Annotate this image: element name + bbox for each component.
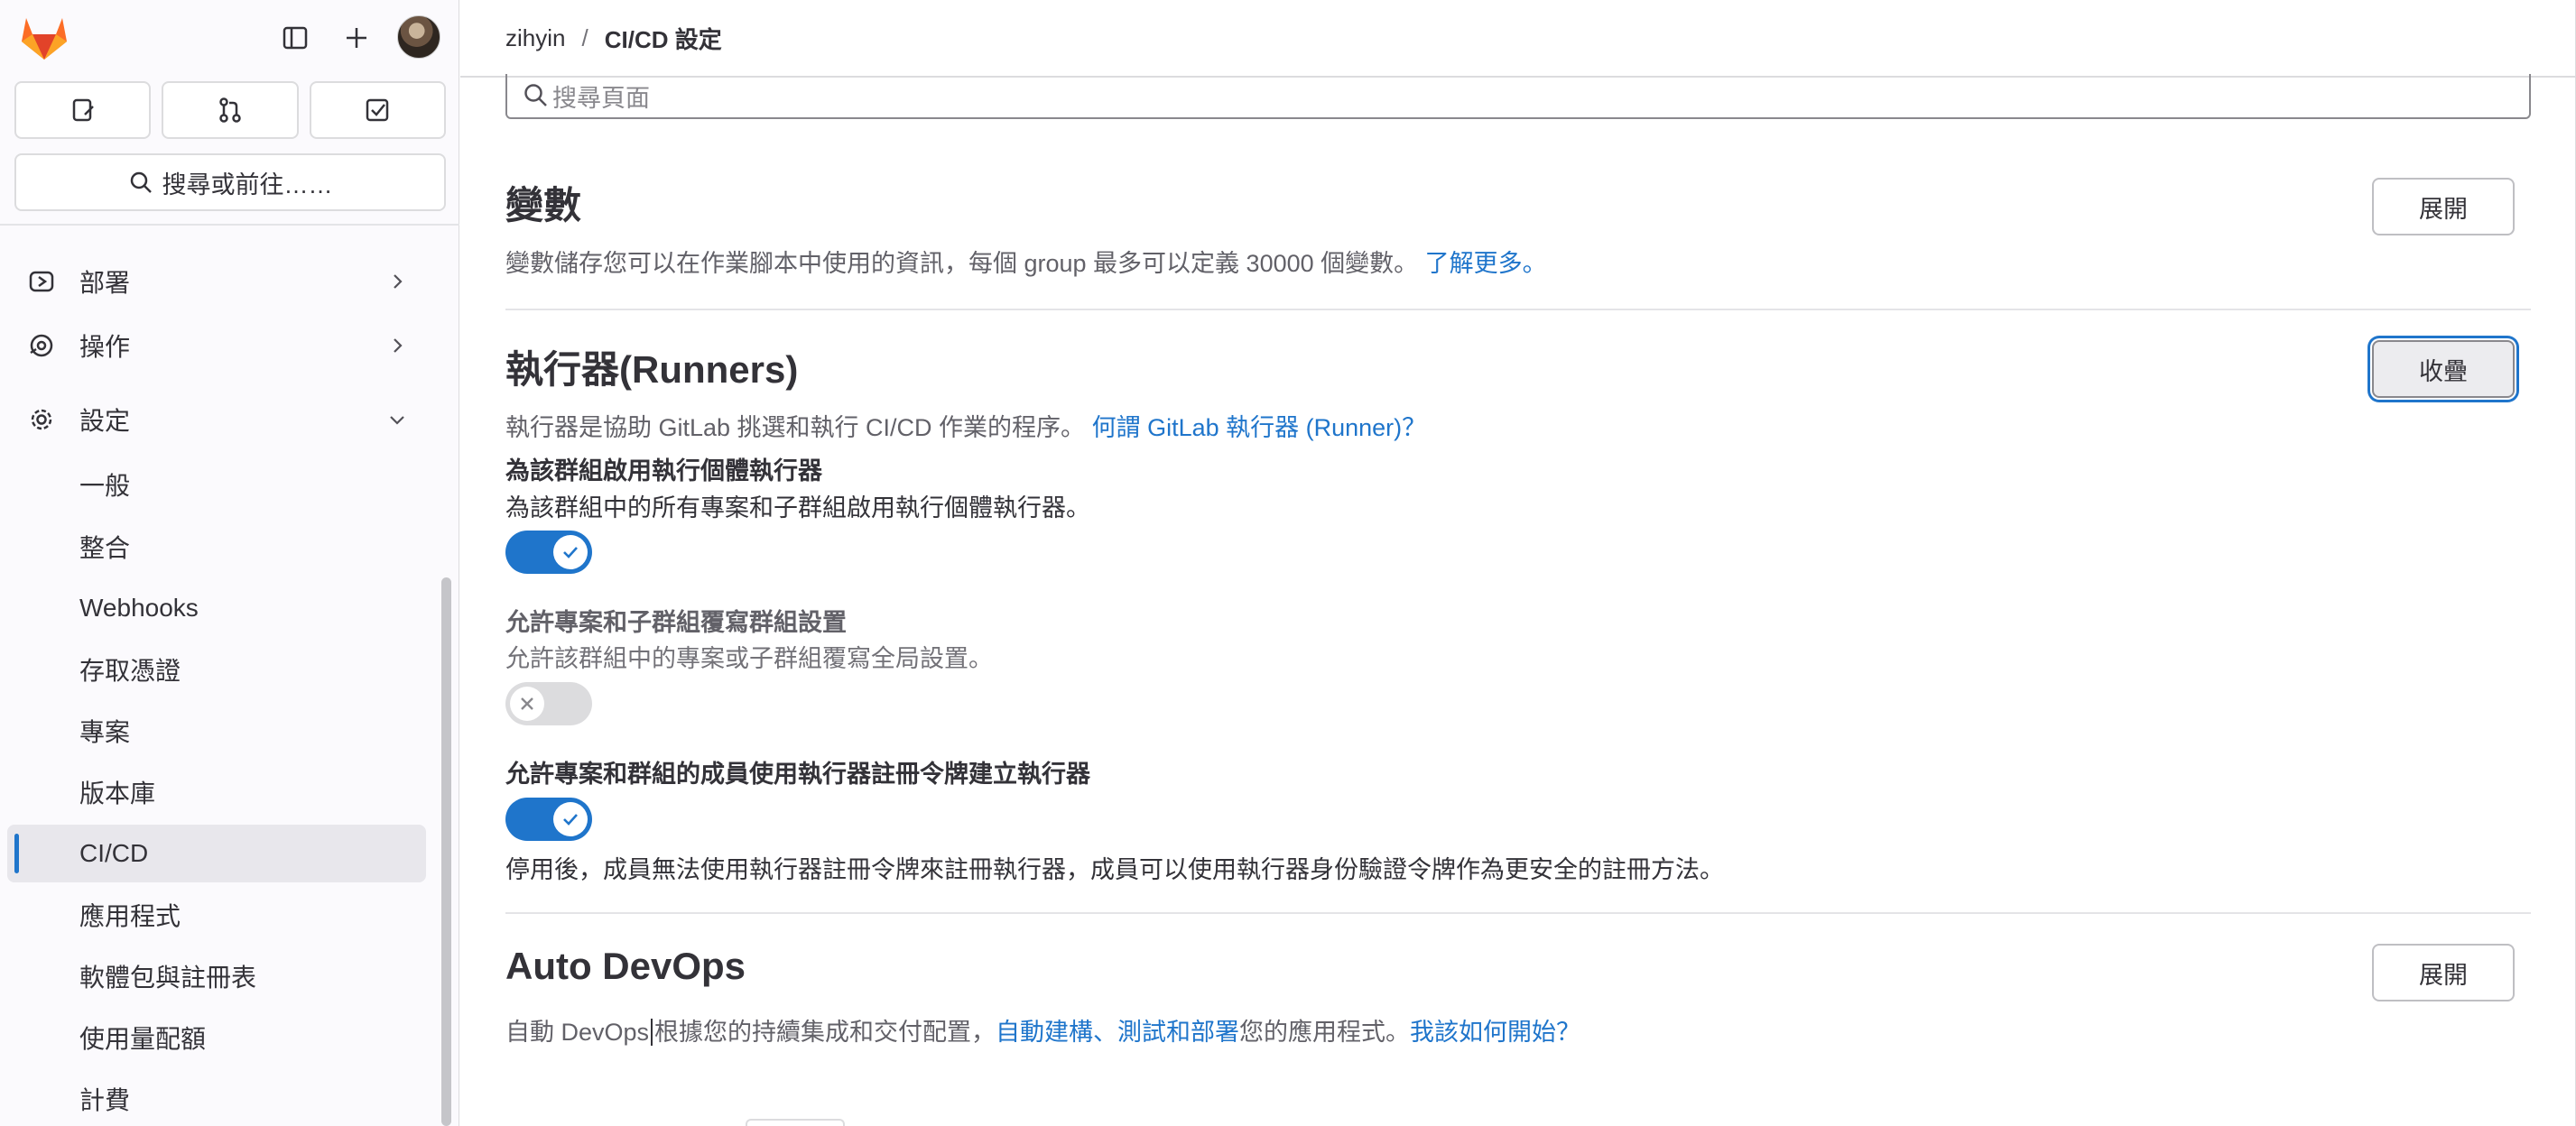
runners-section-title: 執行器(Runners) <box>505 348 799 391</box>
sidebar-item-integrations[interactable]: 整合 <box>7 518 426 576</box>
sidebar-item-label: 一般 <box>79 472 131 500</box>
partially-visible-control <box>746 1119 845 1126</box>
instance-runners-help: 為該群組中的所有專案和子群組啟用執行個體執行器。 <box>505 494 1090 521</box>
search-or-go-to-button[interactable]: 搜尋或前往…… <box>14 153 446 211</box>
registration-token-help: 停用後，成員無法使用執行器註冊令牌來註冊執行器，成員可以使用執行器身份驗證令牌作… <box>505 856 1724 883</box>
sidebar-item-webhooks[interactable]: Webhooks <box>7 579 426 637</box>
registration-token-toggle[interactable] <box>505 798 592 841</box>
sidebar-nav: 部署 操作 設定 一般 整合 Webhooks 存取憑證 專案 版本庫 CI/C… <box>0 226 433 1126</box>
variables-expand-button[interactable]: 展開 <box>2372 178 2515 235</box>
issues-icon <box>72 98 94 122</box>
auto-devops-description-middle: 根據您的持續集成和交付配置， <box>654 1019 996 1046</box>
sidebar-item-projects[interactable]: 專案 <box>7 702 426 760</box>
merge-requests-counter-button[interactable] <box>162 81 299 139</box>
sidebar-item-label: 使用量配額 <box>79 1025 207 1053</box>
sidebar-item-label: 存取憑證 <box>79 657 181 685</box>
runners-what-is-link[interactable]: 何謂 GitLab 執行器 (Runner)？ <box>1092 414 1427 441</box>
gitlab-logo-icon[interactable] <box>18 14 70 61</box>
issues-counter-button[interactable] <box>14 81 152 139</box>
sidebar-item-usage-quotas[interactable]: 使用量配額 <box>7 1009 426 1066</box>
sidebar-item-label: CI/CD <box>79 839 149 867</box>
variables-description-text: 變數儲存您可以在作業腳本中使用的資訊，每個 group 最多可以定義 30000… <box>505 250 1419 277</box>
sidebar-item-label: 應用程式 <box>79 902 181 930</box>
registration-token-label: 允許專案和群組的成員使用執行器註冊令牌建立執行器 <box>505 761 1090 788</box>
chevron-down-icon <box>390 416 404 425</box>
todo-icon <box>366 98 389 122</box>
left-sidebar: 搜尋或前往…… 部署 操作 設定 一般 整合 Webhooks 存取憑證 專案 … <box>0 0 459 1126</box>
sidebar-item-label: 計費 <box>79 1086 131 1114</box>
instance-runners-label: 為該群組啟用執行個體執行器 <box>505 457 822 485</box>
runners-description: 執行器是協助 GitLab 挑選和執行 CI/CD 作業的程序。 何謂 GitL… <box>505 408 1426 443</box>
deploy-icon <box>29 271 54 292</box>
main-content: zihyin / CI/CD 設定 搜尋頁面 變數 展開 變數儲存您可以在作業腳… <box>460 0 2576 1126</box>
sidebar-header <box>0 0 459 74</box>
override-group-setting-toggle[interactable] <box>505 682 592 725</box>
sidebar-toggle-icon[interactable] <box>273 16 318 60</box>
sidebar-item-packages-registries[interactable]: 軟體包與註冊表 <box>7 947 426 1005</box>
sidebar-item-repository[interactable]: 版本庫 <box>7 763 426 821</box>
checkmark-icon <box>563 547 578 558</box>
search-or-go-to-label: 搜尋或前往…… <box>162 171 333 198</box>
auto-devops-description-suffix: 您的應用程式。 <box>1239 1019 1411 1046</box>
sidebar-item-cicd[interactable]: CI/CD <box>7 825 426 882</box>
text-cursor <box>651 1019 653 1046</box>
variables-description: 變數儲存您可以在作業腳本中使用的資訊，每個 group 最多可以定義 30000… <box>505 244 1547 279</box>
operate-icon <box>30 334 53 357</box>
sidebar-item-access-tokens[interactable]: 存取憑證 <box>7 641 426 698</box>
sidebar-item-label: 軟體包與註冊表 <box>79 964 257 992</box>
sidebar-item-deploy[interactable]: 部署 <box>7 253 426 310</box>
breadcrumb-separator: / <box>581 23 588 51</box>
auto-build-test-deploy-link[interactable]: 自動建構、測試和部署 <box>996 1019 1239 1046</box>
sidebar-item-label: Webhooks <box>79 594 199 622</box>
breadcrumb-current: CI/CD 設定 <box>604 25 722 53</box>
auto-devops-description-prefix: 自動 DevOps <box>505 1019 650 1046</box>
variables-section-title: 變數 <box>505 184 582 226</box>
sidebar-item-label: 設定 <box>79 407 131 435</box>
new-item-plus-icon[interactable] <box>334 16 379 60</box>
runners-collapse-button[interactable]: 收疊 <box>2372 340 2515 398</box>
sidebar-item-label: 專案 <box>79 718 131 746</box>
section-divider <box>505 309 2531 310</box>
sidebar-item-settings[interactable]: 設定 <box>7 391 426 448</box>
close-icon <box>521 697 533 710</box>
variables-learn-more-link[interactable]: 了解更多。 <box>1425 250 1547 277</box>
sidebar-item-label: 部署 <box>79 269 131 297</box>
sidebar-item-operate[interactable]: 操作 <box>7 317 426 374</box>
user-avatar[interactable] <box>397 15 440 59</box>
auto-devops-description: 自動 DevOps 根據您的持續集成和交付配置，自動建構、測試和部署您的應用程式。… <box>505 1012 1580 1048</box>
search-icon <box>130 171 152 193</box>
page-search-placeholder: 搜尋頁面 <box>552 84 650 112</box>
breadcrumb: zihyin / CI/CD 設定 <box>460 0 2576 78</box>
override-group-setting-help: 允許該群組中的專案或子群組覆寫全局設置。 <box>505 645 993 672</box>
sidebar-item-label: 整合 <box>79 534 131 562</box>
sidebar-counters <box>14 81 446 139</box>
merge-requests-icon <box>219 97 241 123</box>
instance-runners-toggle[interactable] <box>505 531 592 574</box>
sidebar-scrollbar-thumb[interactable] <box>441 577 451 1126</box>
sidebar-item-applications[interactable]: 應用程式 <box>7 886 426 944</box>
section-divider <box>505 912 2531 914</box>
sidebar-item-label: 操作 <box>79 333 131 361</box>
sidebar-item-general[interactable]: 一般 <box>7 456 426 513</box>
override-group-setting-label: 允許專案和子群組覆寫群組設置 <box>505 609 847 636</box>
page-search-input[interactable]: 搜尋頁面 <box>505 74 2531 119</box>
search-icon <box>524 84 547 106</box>
auto-devops-section-title: Auto DevOps <box>505 945 746 987</box>
sidebar-item-label: 版本庫 <box>79 780 156 808</box>
checkmark-icon <box>563 814 578 826</box>
auto-devops-expand-button[interactable]: 展開 <box>2372 944 2515 1001</box>
sidebar-item-billing[interactable]: 計費 <box>7 1070 426 1126</box>
how-to-get-started-link[interactable]: 我該如何開始？ <box>1410 1019 1580 1046</box>
chevron-right-icon <box>394 338 403 353</box>
runners-description-text: 執行器是協助 GitLab 挑選和執行 CI/CD 作業的程序。 <box>505 414 1086 441</box>
todo-counter-button[interactable] <box>309 81 446 139</box>
chevron-right-icon <box>394 274 403 289</box>
breadcrumb-parent-link[interactable]: zihyin <box>505 24 565 52</box>
settings-icon <box>31 409 52 430</box>
